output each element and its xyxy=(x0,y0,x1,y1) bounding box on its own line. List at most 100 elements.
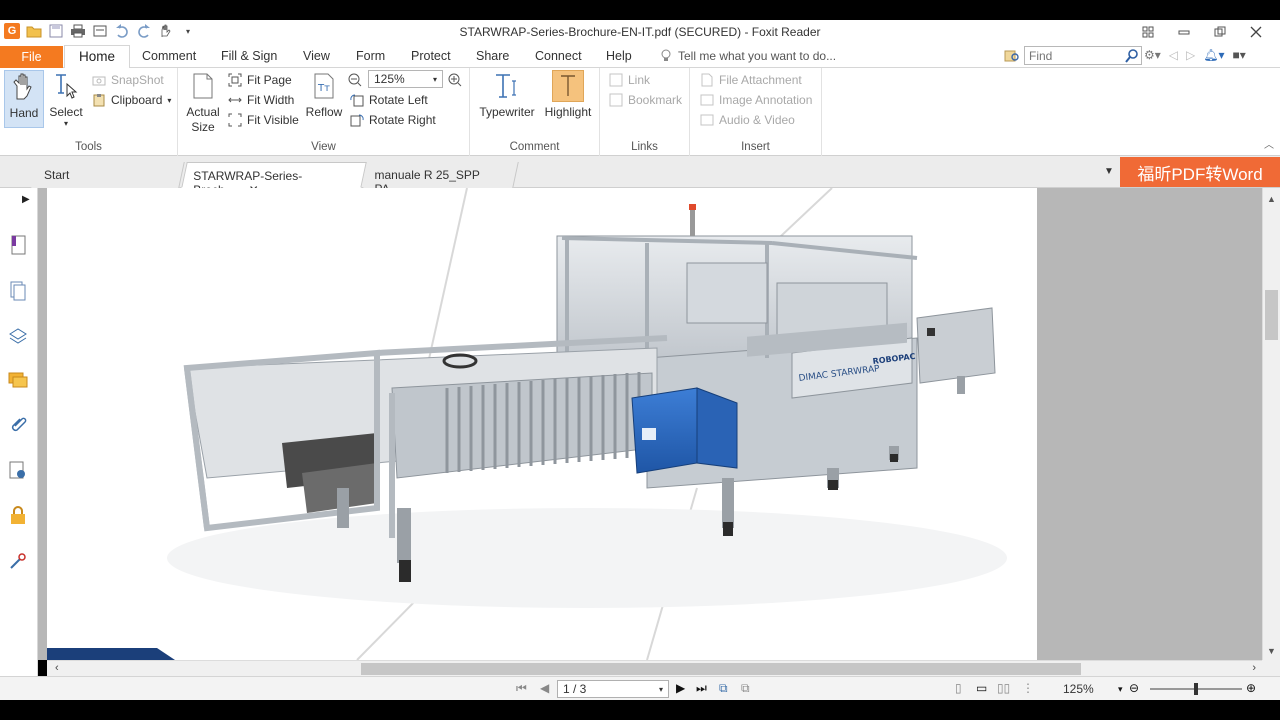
close-icon[interactable] xyxy=(1238,22,1274,42)
tab-starwrap-brochure[interactable]: STARWRAP-Series-Broch...✕ xyxy=(181,162,367,197)
tab-list-dropdown-icon[interactable]: ▼ xyxy=(1104,166,1114,177)
tab-comment[interactable]: Comment xyxy=(142,49,196,63)
zoom-slider[interactable] xyxy=(1150,683,1242,695)
attachments-panel-icon[interactable] xyxy=(7,414,29,436)
status-zoom-in-icon[interactable]: ⊕ xyxy=(1246,681,1256,695)
signatures-panel-icon[interactable] xyxy=(7,459,29,481)
expand-panel-icon[interactable]: ▶ xyxy=(22,194,30,205)
promo-banner[interactable]: 福昕PDF转Word xyxy=(1120,157,1280,187)
page-number-field[interactable]: 1 / 3 ▾ xyxy=(557,680,669,698)
horizontal-scroll-thumb[interactable] xyxy=(361,663,1081,675)
hand-label: Hand xyxy=(9,106,39,120)
typewriter-label: Typewriter xyxy=(479,105,535,119)
continuous-facing-icon[interactable]: ⋮ xyxy=(1022,681,1034,695)
image-annotation-button[interactable]: Image Annotation xyxy=(700,91,812,109)
tab-fill-sign[interactable]: Fill & Sign xyxy=(221,49,277,63)
restore-icon[interactable] xyxy=(1202,22,1238,42)
tab-protect[interactable]: Protect xyxy=(411,49,451,63)
image-annotation-label: Image Annotation xyxy=(719,93,813,107)
document-view[interactable]: DIMAC STARWRAP ROBOPAC xyxy=(38,188,1262,660)
pages-panel-icon[interactable] xyxy=(7,280,29,302)
file-menu[interactable]: File xyxy=(0,46,63,68)
continuous-page-icon[interactable]: ▭ xyxy=(976,681,987,695)
tab-share[interactable]: Share xyxy=(476,49,509,63)
rotate-right-button[interactable]: Rotate Right xyxy=(350,111,436,129)
next-page-icon[interactable]: ▶ xyxy=(676,681,685,695)
status-zoom-value[interactable]: 125% xyxy=(1063,682,1094,696)
fit-page-button[interactable]: Fit Page xyxy=(228,71,292,89)
hand-tool-button[interactable]: Hand xyxy=(4,70,44,128)
reflow-button[interactable]: Tт Reflow xyxy=(304,70,344,120)
link-button[interactable]: Link xyxy=(609,71,650,89)
bookmark-button[interactable]: Bookmark xyxy=(609,91,682,109)
snapshot-button[interactable]: SnapShot xyxy=(92,71,164,89)
highlight-label: Highlight xyxy=(544,105,592,119)
typewriter-button[interactable]: Typewriter xyxy=(478,70,536,120)
back-arrow-icon[interactable]: ◁ xyxy=(1169,48,1178,62)
zoom-select[interactable]: 125% ▾ xyxy=(368,70,443,88)
tab-view[interactable]: View xyxy=(303,49,330,63)
rotate-left-icon xyxy=(350,93,364,107)
zoom-value: 125% xyxy=(374,72,405,86)
security-lock-icon[interactable] xyxy=(7,504,29,526)
zoom-in-button[interactable] xyxy=(448,71,462,89)
zoom-slider-knob[interactable] xyxy=(1194,683,1198,695)
find-panel-icon[interactable] xyxy=(1004,48,1020,64)
horizontal-scrollbar[interactable]: ‹ › xyxy=(47,660,1262,676)
first-page-icon[interactable]: ⏮ xyxy=(516,681,527,696)
clipboard-button[interactable]: Clipboard ▾ xyxy=(92,91,171,109)
vertical-scrollbar[interactable]: ▲ ▼ xyxy=(1262,188,1280,660)
fit-width-button[interactable]: Fit Width xyxy=(228,91,294,109)
scroll-up-icon[interactable]: ▲ xyxy=(1267,194,1276,204)
status-zoom-out-icon[interactable]: ⊖ xyxy=(1129,681,1139,695)
open-folder-icon[interactable] xyxy=(26,23,42,39)
comments-panel-icon[interactable] xyxy=(7,369,29,391)
search-icon[interactable] xyxy=(1124,48,1140,64)
redo-icon[interactable] xyxy=(136,23,152,39)
rotate-left-button[interactable]: Rotate Left xyxy=(350,91,428,109)
minimize-icon[interactable] xyxy=(1166,22,1202,42)
tab-form[interactable]: Form xyxy=(356,49,385,63)
properties-icon[interactable] xyxy=(92,23,108,39)
next-view-icon[interactable]: ⧉ xyxy=(741,681,750,696)
hand-tool-qat-icon[interactable] xyxy=(158,23,174,39)
layers-panel-icon[interactable] xyxy=(7,325,29,347)
previous-view-icon[interactable]: ⧉ xyxy=(719,681,728,696)
print-icon[interactable] xyxy=(70,23,86,39)
notification-bell-icon[interactable]: 🔔︎▾ xyxy=(1203,48,1224,62)
zoom-out-button[interactable] xyxy=(348,71,362,89)
tab-help[interactable]: Help xyxy=(606,49,632,63)
last-page-icon[interactable]: ⏭ xyxy=(696,681,707,696)
scroll-left-icon[interactable]: ‹ xyxy=(55,662,59,674)
tab-home[interactable]: Home xyxy=(64,45,131,69)
settings-gear-icon[interactable]: ⚙▾ xyxy=(1144,48,1161,62)
audio-video-button[interactable]: Audio & Video xyxy=(700,111,795,129)
zoom-dropdown-status-icon[interactable]: ▾ xyxy=(1118,684,1123,695)
vertical-scroll-thumb[interactable] xyxy=(1265,290,1278,340)
fit-visible-button[interactable]: Fit Visible xyxy=(228,111,299,129)
undo-icon[interactable] xyxy=(114,23,130,39)
fit-visible-label: Fit Visible xyxy=(247,113,299,127)
previous-page-icon[interactable]: ◀ xyxy=(540,681,549,695)
ribbon-layout-icon[interactable] xyxy=(1130,22,1166,42)
content-panel-icon[interactable] xyxy=(7,550,29,572)
highlight-button[interactable]: Highlight xyxy=(542,70,594,120)
user-account-icon[interactable]: ■▾ xyxy=(1233,48,1246,62)
collapse-ribbon-icon[interactable]: ︿ xyxy=(1264,136,1274,151)
select-tool-button[interactable]: Select ▾ xyxy=(48,70,84,128)
file-attachment-button[interactable]: File Attachment xyxy=(700,71,802,89)
tab-manuale[interactable]: manuale R 25_SPP PA... xyxy=(363,162,519,196)
single-page-icon[interactable]: ▯ xyxy=(955,681,962,695)
select-cursor-icon xyxy=(50,70,82,102)
scroll-right-icon[interactable]: › xyxy=(1252,662,1256,674)
tab-start[interactable]: Start xyxy=(31,162,185,188)
actual-size-button[interactable]: Actual Size xyxy=(184,70,222,135)
customize-qat-icon[interactable]: ▾ xyxy=(180,23,196,39)
save-icon[interactable] xyxy=(48,23,64,39)
scroll-down-icon[interactable]: ▼ xyxy=(1267,646,1276,656)
tell-me-box[interactable]: Tell me what you want to do... xyxy=(660,49,836,63)
bookmarks-panel-icon[interactable] xyxy=(7,234,29,256)
forward-arrow-icon[interactable]: ▷ xyxy=(1186,48,1195,62)
tab-connect[interactable]: Connect xyxy=(535,49,582,63)
facing-pages-icon[interactable]: ▯▯ xyxy=(997,681,1010,695)
